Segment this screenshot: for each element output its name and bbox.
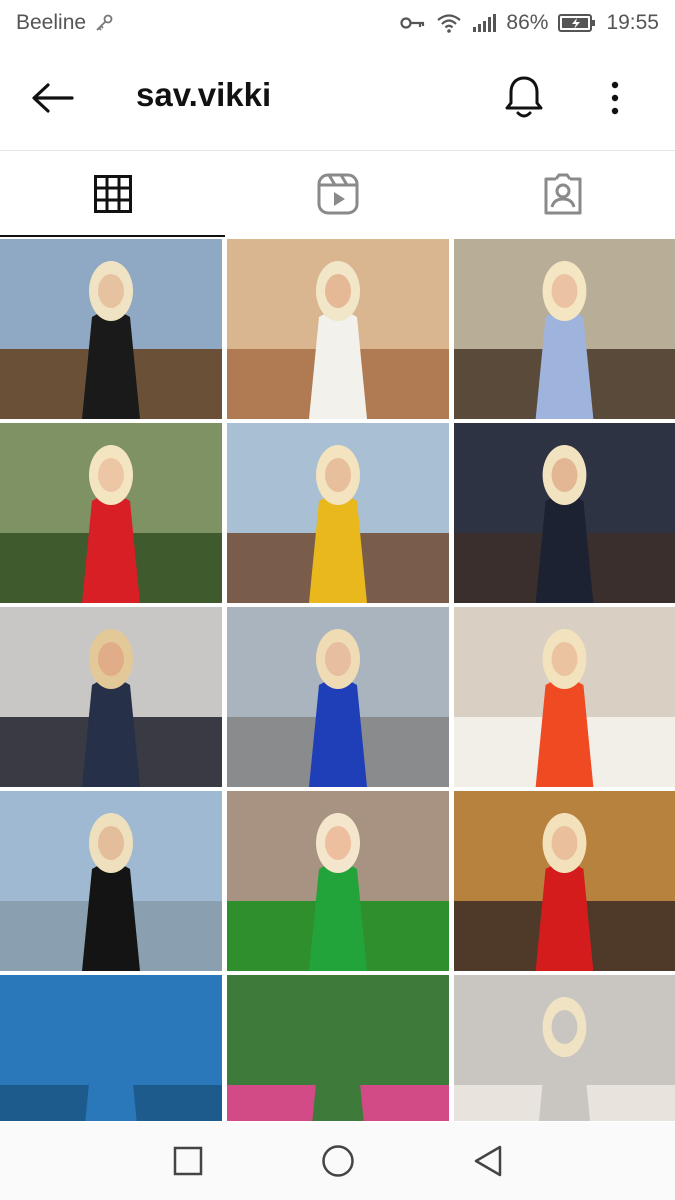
- post-image: [454, 607, 675, 787]
- reels-icon: [317, 173, 358, 215]
- post-thumbnail[interactable]: Woman in black outfit at terrace restaur…: [0, 239, 222, 419]
- system-back-button[interactable]: [463, 1136, 513, 1186]
- more-vertical-icon: [611, 81, 619, 115]
- post-image: [0, 607, 222, 787]
- wifi-icon: [436, 13, 462, 33]
- back-button[interactable]: [28, 76, 76, 120]
- signal-icon: [472, 13, 497, 33]
- home-button[interactable]: [313, 1136, 363, 1186]
- post-thumbnail[interactable]: Woman in red dress with baby elephant: [0, 423, 222, 603]
- battery-percent: 86%: [506, 11, 549, 34]
- post-thumbnail[interactable]: Post partially visible (flowers): [227, 975, 449, 1121]
- post-image: [227, 791, 449, 971]
- post-image: [0, 423, 222, 603]
- post-image: [227, 975, 449, 1121]
- tab-grid[interactable]: [0, 151, 225, 237]
- triangle-back-icon: [474, 1145, 501, 1177]
- post-image: [454, 975, 675, 1121]
- carrier-label: Beeline: [16, 11, 87, 34]
- key-icon: [400, 14, 426, 32]
- post-image: [0, 791, 222, 971]
- post-image: [227, 423, 449, 603]
- battery-icon: [558, 13, 596, 33]
- post-thumbnail[interactable]: Close-up selfie of blonde woman: [0, 607, 222, 787]
- recents-button[interactable]: [163, 1136, 213, 1186]
- post-image: [454, 791, 675, 971]
- circle-icon: [321, 1145, 354, 1177]
- profile-username: sav.vikki: [136, 76, 272, 113]
- tab-tagged[interactable]: [450, 151, 675, 237]
- post-image: [0, 975, 222, 1121]
- post-image: [454, 239, 675, 419]
- post-thumbnail[interactable]: Woman in red dress on grand staircase: [454, 791, 675, 971]
- post-thumbnail[interactable]: Post partially visible (aquarium): [0, 975, 222, 1121]
- arrow-left-icon: [32, 83, 74, 113]
- more-options-button[interactable]: [598, 74, 632, 122]
- grid-icon: [93, 175, 132, 213]
- post-thumbnail[interactable]: Woman in white lace dress on sunlit boar…: [227, 239, 449, 419]
- key-icon: [94, 13, 114, 33]
- post-image: [227, 239, 449, 419]
- posts-grid: Woman in black outfit at terrace restaur…: [0, 239, 675, 1121]
- post-thumbnail[interactable]: Woman in orange top dining in first clas…: [454, 607, 675, 787]
- profile-header: sav.vikki: [0, 46, 675, 150]
- notifications-button[interactable]: [500, 72, 548, 122]
- clock: 19:55: [606, 11, 659, 34]
- post-image: [0, 239, 222, 419]
- tab-reels[interactable]: [225, 151, 450, 237]
- system-navigation-bar: [0, 1122, 675, 1200]
- post-thumbnail[interactable]: Portrait of blonde woman in green top: [227, 791, 449, 971]
- post-thumbnail[interactable]: Woman in yellow dress next to grey sport…: [227, 423, 449, 603]
- tagged-user-icon: [544, 173, 581, 215]
- post-thumbnail[interactable]: Woman in light blue shirt holding wine g…: [454, 239, 675, 419]
- status-bar: Beeline 86% 19:55: [0, 0, 675, 46]
- profile-tabs: [0, 151, 675, 237]
- post-thumbnail[interactable]: Woman in black outfit on rooftop with ma…: [0, 791, 222, 971]
- bell-icon: [505, 76, 543, 118]
- post-image: [454, 423, 675, 603]
- post-thumbnail[interactable]: Two women next to blue Lamborghini: [227, 607, 449, 787]
- post-image: [227, 607, 449, 787]
- post-thumbnail[interactable]: Woman on swing with red flowers and city…: [454, 423, 675, 603]
- post-thumbnail[interactable]: Post partially visible: [454, 975, 675, 1121]
- square-icon: [173, 1146, 202, 1176]
